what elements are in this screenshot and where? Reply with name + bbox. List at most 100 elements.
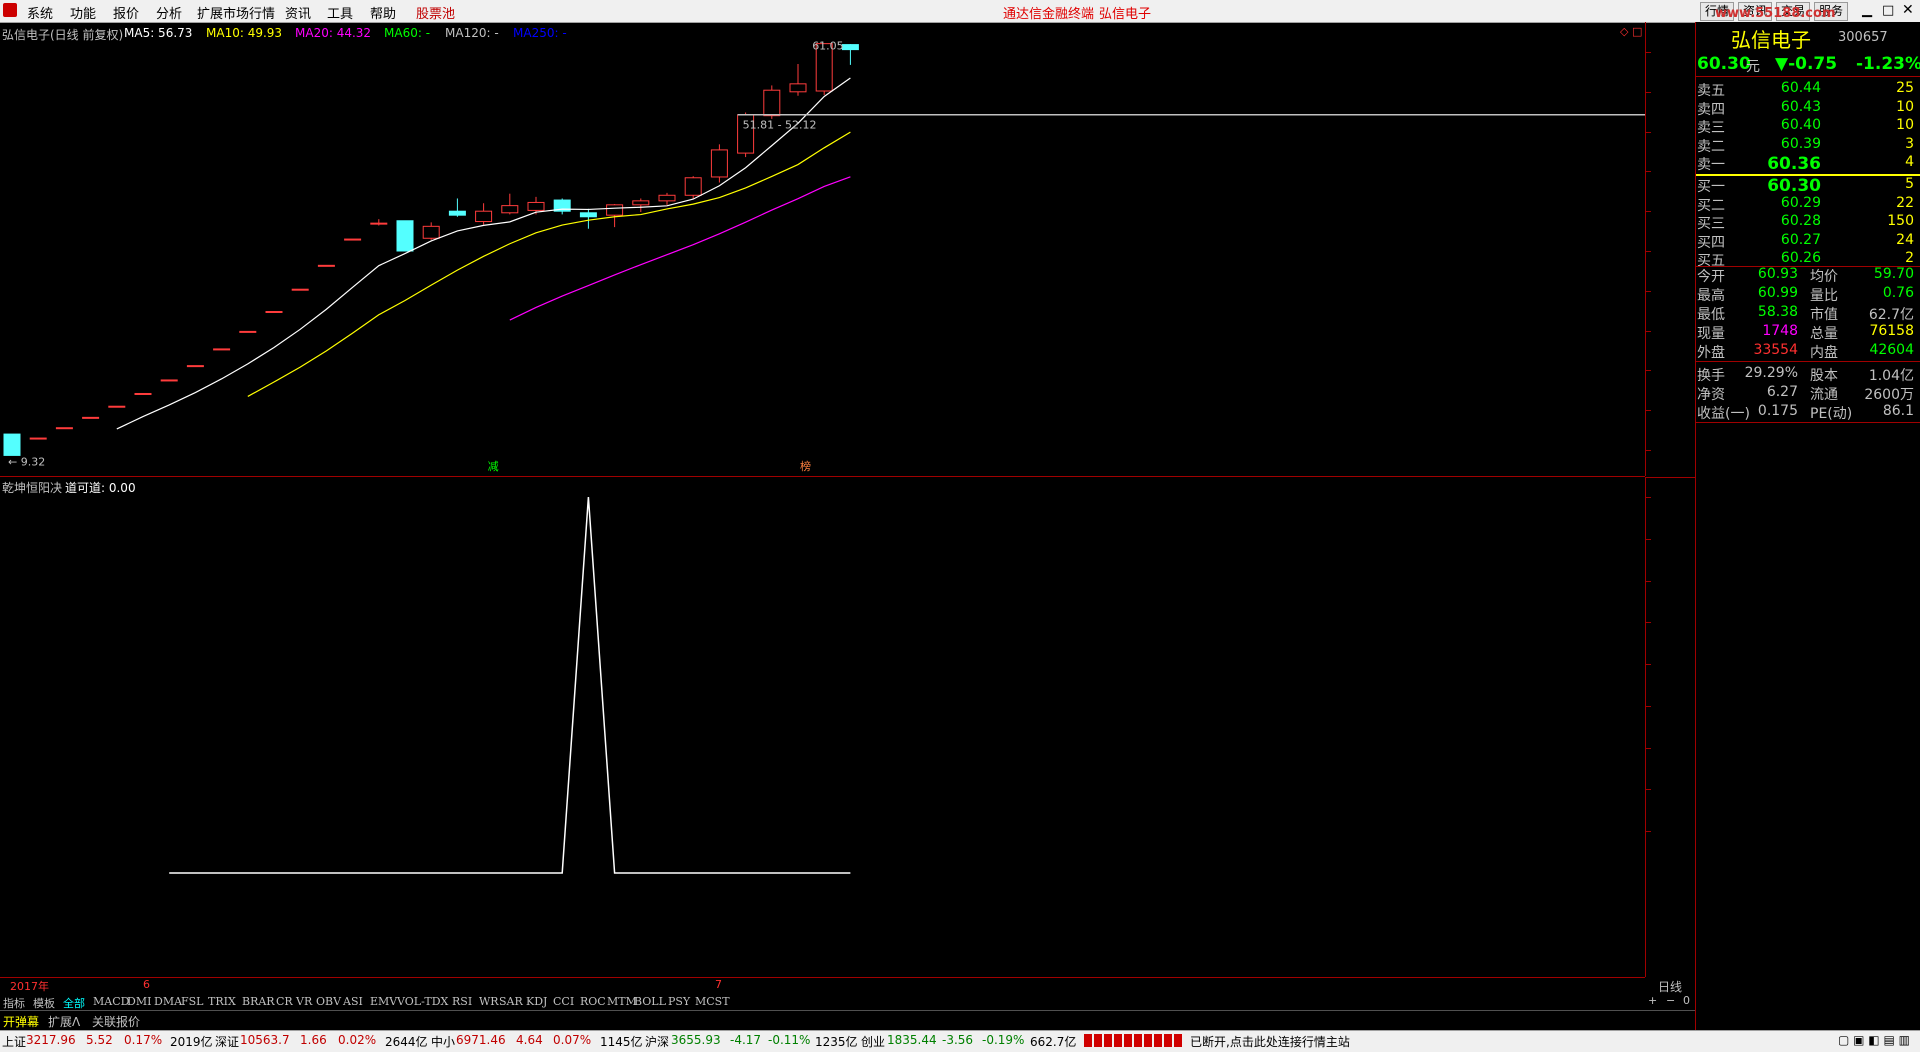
indicator-tab-rsi[interactable]: RSI xyxy=(452,995,472,1008)
menu-quote[interactable]: 报价 xyxy=(113,3,139,22)
indicator-tab-psy[interactable]: PSY xyxy=(668,995,690,1008)
kline-chart[interactable]: ← 9.32 61.05 51.81 - 52.12 减 榜 xyxy=(0,22,1645,476)
ask-row[interactable]: 卖一 60.36 4 xyxy=(1697,154,1917,174)
indicator-tick xyxy=(1645,705,1651,707)
indicator-tab-dma[interactable]: DMA xyxy=(154,995,182,1008)
indicator-tab-mcst[interactable]: MCST xyxy=(695,995,730,1008)
kline-pane[interactable]: ← 9.32 61.05 51.81 - 52.12 减 榜 xyxy=(0,22,1645,477)
zx-index-value: 6971.46 xyxy=(456,1033,506,1047)
ask-row[interactable]: 卖二 60.39 3 xyxy=(1697,135,1917,155)
panel-separator xyxy=(1696,76,1920,77)
price-tick xyxy=(1645,91,1651,93)
indicator-tab-cr[interactable]: CR xyxy=(276,995,293,1008)
pane-settings-icon[interactable]: ◇ xyxy=(1620,25,1628,38)
indicator-tab-wr[interactable]: WR xyxy=(479,995,499,1008)
ask-row[interactable]: 卖三 60.40 10 xyxy=(1697,117,1917,136)
bid-price: 60.28 xyxy=(1780,213,1821,230)
indicator-tab-boll[interactable]: BOLL xyxy=(634,995,666,1008)
indicator-pane[interactable] xyxy=(0,477,1645,976)
reset-button[interactable]: 0 xyxy=(1683,994,1690,1007)
bid-price: 60.27 xyxy=(1780,231,1821,248)
sz-index-label[interactable]: 深证 xyxy=(215,1033,239,1050)
maximize-icon[interactable]: □ xyxy=(1882,3,1894,18)
ma-label-1: MA10: 49.93 xyxy=(206,26,283,40)
indicator-tab-sar[interactable]: SAR xyxy=(499,995,523,1008)
indicator-tab-cci[interactable]: CCI xyxy=(553,995,574,1008)
menu-stock-pool[interactable]: 股票池 xyxy=(416,3,455,22)
close-icon[interactable]: ✕ xyxy=(1902,2,1914,18)
low-price-label: ← 9.32 xyxy=(8,455,45,468)
last-price: 60.30 xyxy=(1697,54,1751,74)
watermark-text: www.55188.com xyxy=(1715,6,1836,21)
indicator-tab-mtm[interactable]: MTM xyxy=(607,995,637,1008)
bid-row[interactable]: 买四 60.27 24 xyxy=(1697,231,1917,251)
panel-separator xyxy=(1696,422,1920,423)
bid-volume: 150 xyxy=(1887,213,1914,230)
related-quote-tab[interactable]: 关联报价 xyxy=(92,1013,140,1030)
menu-help[interactable]: 帮助 xyxy=(370,3,396,22)
menu-analysis[interactable]: 分析 xyxy=(156,3,182,22)
indicator-tab-kdj[interactable]: KDJ xyxy=(526,995,547,1008)
indicator-tab-模板[interactable]: 模板 xyxy=(33,995,55,1011)
connection-status[interactable]: 已断开,点击此处连接行情主站 xyxy=(1190,1033,1350,1050)
candle-body xyxy=(29,437,47,440)
bid-label: 买一 xyxy=(1697,179,1725,195)
indicator-tab-全部[interactable]: 全部 xyxy=(63,995,85,1011)
menu-function[interactable]: 功能 xyxy=(70,3,96,22)
stat-value: 62.7亿 xyxy=(1868,307,1914,323)
price-tick xyxy=(1645,52,1651,53)
menu-tools[interactable]: 工具 xyxy=(327,3,353,22)
bid-row[interactable]: 买一 60.30 5 xyxy=(1697,176,1917,196)
stat-label: 净资 xyxy=(1697,387,1725,403)
app-logo-icon xyxy=(3,3,17,17)
stat-value: 58.38 xyxy=(1757,304,1798,320)
zx-index-change: 4.64 xyxy=(516,1033,543,1047)
extend-tab[interactable]: 扩展ᐱ xyxy=(48,1013,80,1030)
indicator-tab-vol-tdx[interactable]: VOL-TDX xyxy=(397,995,448,1008)
stat-label: 股本 xyxy=(1810,368,1838,384)
ask-price: 60.39 xyxy=(1780,135,1821,152)
status-tool-icons[interactable]: ▢ ▣ ◧ ▤ ▥ xyxy=(1838,1033,1910,1047)
price-tick xyxy=(1645,410,1651,412)
price-tick xyxy=(1645,171,1651,173)
indicator-tab-brar[interactable]: BRAR xyxy=(242,995,275,1008)
candle-body xyxy=(396,220,414,252)
ma20-line xyxy=(509,176,851,321)
indicator-tab-fsl[interactable]: FSL xyxy=(181,995,203,1008)
minimize-icon[interactable]: ▁ xyxy=(1862,3,1872,18)
menu-system[interactable]: 系统 xyxy=(27,3,53,22)
menu-extended-market[interactable]: 扩展市场行情 xyxy=(197,3,275,22)
indicator-tab-asi[interactable]: ASI xyxy=(343,995,363,1008)
candle-body xyxy=(134,392,152,395)
ask-label: 卖五 xyxy=(1697,83,1725,99)
indicator-tab-dmi[interactable]: DMI xyxy=(127,995,151,1008)
ask-row[interactable]: 卖四 60.43 10 xyxy=(1697,98,1917,118)
indicator-tab-roc[interactable]: ROC xyxy=(580,995,606,1008)
zoom-in-button[interactable]: + xyxy=(1648,994,1657,1007)
indicator-tab-指标[interactable]: 指标 xyxy=(3,995,25,1011)
high-price-label: 61.05 xyxy=(812,40,844,53)
indicator-tab-obv[interactable]: OBV xyxy=(316,995,341,1008)
danmu-toggle[interactable]: 开弹幕 xyxy=(3,1013,39,1030)
hs-index-label[interactable]: 沪深 xyxy=(645,1033,669,1050)
indicator-tab-trix[interactable]: TRIX xyxy=(208,995,236,1008)
period-label[interactable]: 日线 xyxy=(1658,978,1682,995)
menu-info[interactable]: 资讯 xyxy=(285,3,311,22)
stat-label: 均价 xyxy=(1810,269,1838,285)
ask-row[interactable]: 卖五 60.44 25 xyxy=(1697,80,1917,99)
stat-value: 59.70 xyxy=(1873,266,1914,282)
zx-index-label[interactable]: 中小 xyxy=(431,1033,455,1050)
bid-row[interactable]: 买二 60.29 22 xyxy=(1697,195,1917,214)
indicator-tick xyxy=(1645,664,1651,666)
ask-volume: 10 xyxy=(1896,98,1914,115)
date-year: 2017年 xyxy=(10,980,49,993)
indicator-chart[interactable] xyxy=(0,477,1645,976)
zoom-out-button[interactable]: − xyxy=(1666,994,1675,1007)
indicator-tab-vr[interactable]: VR xyxy=(296,995,312,1008)
sh-index-label[interactable]: 上证 xyxy=(2,1033,26,1050)
indicator-tab-macd[interactable]: MACD xyxy=(93,995,129,1008)
indicator-tab-emv[interactable]: EMV xyxy=(370,995,397,1008)
pane-maximize-icon[interactable]: □ xyxy=(1632,25,1642,38)
cy-index-label[interactable]: 创业 xyxy=(861,1033,885,1050)
bid-row[interactable]: 买三 60.28 150 xyxy=(1697,213,1917,232)
